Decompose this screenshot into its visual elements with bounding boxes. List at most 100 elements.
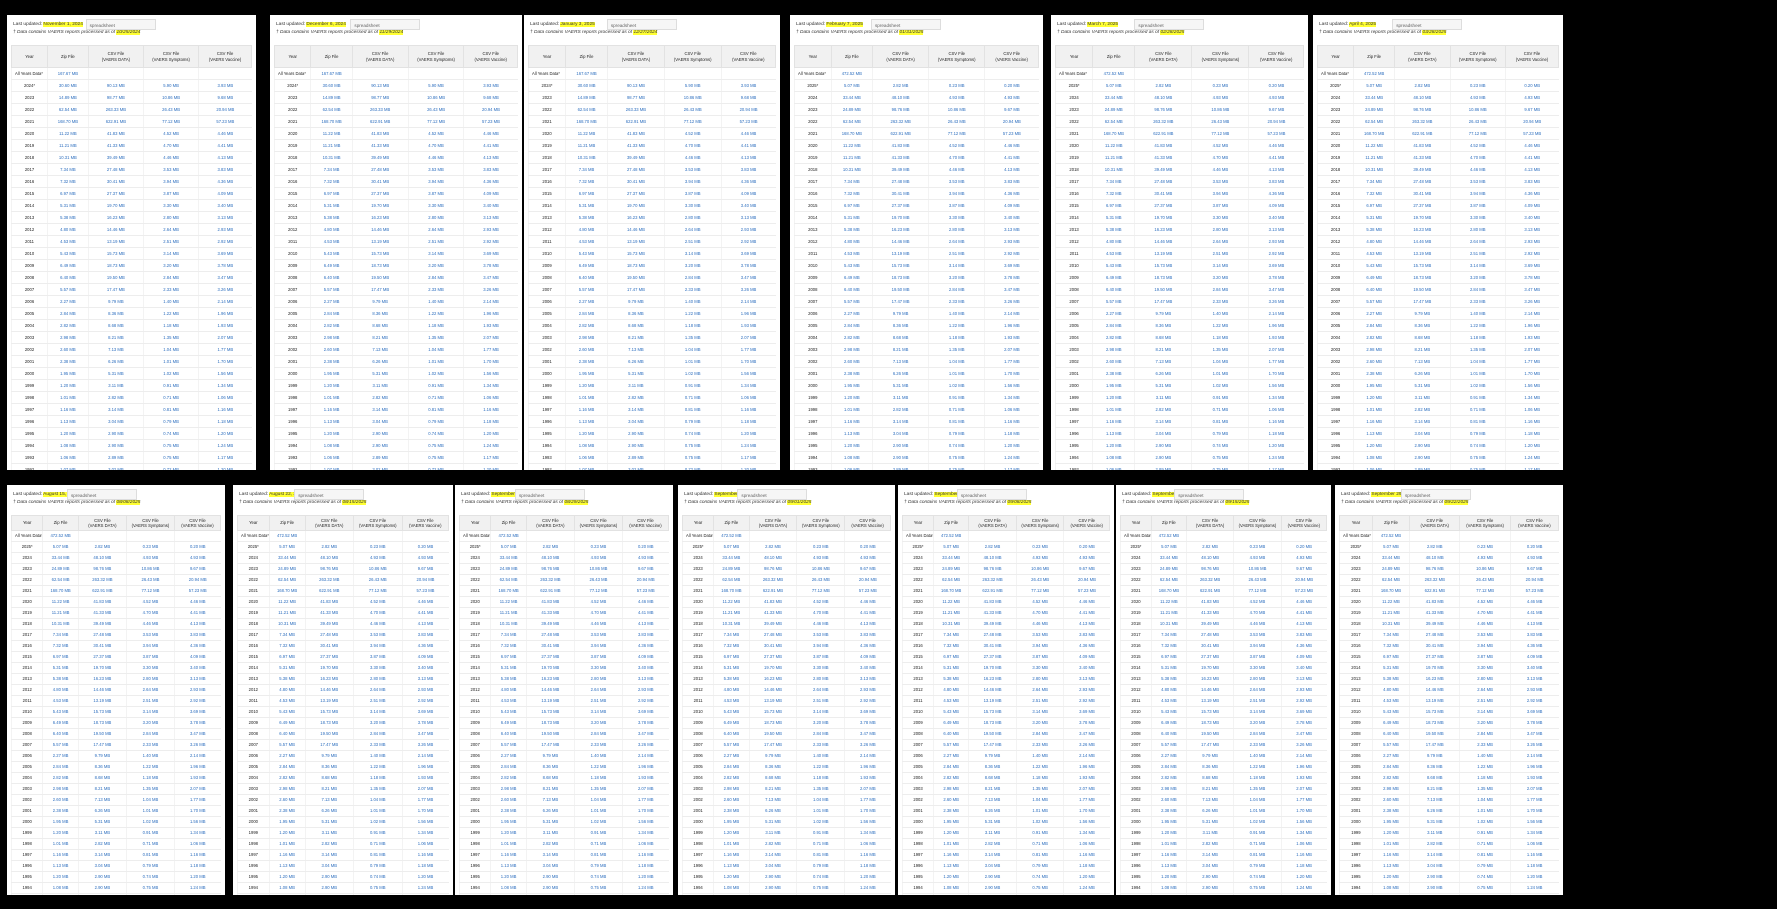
csv-symptoms-link[interactable]: 1.01 MB [407, 355, 464, 368]
csv-symptoms-link[interactable]: 1.40 MB [142, 295, 199, 308]
csv-vaccine-link[interactable]: 3.47 MB [844, 728, 891, 740]
zip-file-link[interactable]: 7.34 MB [310, 163, 353, 176]
csv-symptoms-link[interactable]: 3.14 MB [125, 706, 175, 718]
zip-file-link[interactable]: 2.84 MB [1092, 319, 1135, 332]
csv-data-link[interactable]: 8.36 MB [304, 761, 354, 773]
csv-data-link[interactable]: 17.47 MB [77, 739, 127, 751]
zip-file-link[interactable]: 11.22 MB [42, 596, 79, 608]
csv-vaccine-link[interactable]: 0.20 MB [401, 541, 449, 553]
csv-vaccine-link[interactable]: 1.34 MB [1248, 391, 1304, 404]
csv-data-link[interactable]: 39.49 MB [1394, 163, 1451, 176]
csv-symptoms-link[interactable]: 2.64 MB [1449, 235, 1506, 248]
csv-data-link[interactable]: 3.14 MB [1394, 415, 1451, 428]
csv-data-link[interactable]: 98.77 MB [87, 91, 144, 104]
csv-data-link[interactable]: 263.32 MB [525, 574, 575, 586]
csv-symptoms-link[interactable]: 4.52 MB [407, 127, 464, 140]
zip-file-link[interactable]: 472.52 MB [42, 530, 79, 542]
csv-symptoms-link[interactable]: 0.75 MB [796, 893, 845, 895]
csv-vaccine-link[interactable]: 4.41 MB [1063, 607, 1110, 619]
csv-symptoms-link[interactable]: 0.79 MB [1459, 860, 1511, 872]
csv-data-link[interactable]: 2.90 MB [1409, 871, 1460, 883]
csv-data-link[interactable]: 3.11 MB [748, 827, 797, 839]
spreadsheet-link[interactable]: spreadsheet [1392, 19, 1463, 30]
csv-symptoms-link[interactable]: 4.93 MB [1449, 91, 1506, 104]
zip-file-link[interactable]: 2.98 MB [310, 331, 353, 344]
csv-data-link[interactable]: 27.48 MB [87, 163, 144, 176]
csv-vaccine-link[interactable]: 4.36 MB [1509, 640, 1559, 652]
zip-file-link[interactable]: 6.49 MB [713, 717, 750, 729]
csv-vaccine-link[interactable]: 1.20 MB [984, 439, 1039, 452]
zip-file-link[interactable]: 4.80 MB [42, 684, 79, 696]
spreadsheet-link[interactable]: spreadsheet [1134, 19, 1205, 30]
zip-file-link[interactable]: 24.89 MB [1353, 103, 1395, 116]
csv-data-link[interactable]: 98.76 MB [1134, 103, 1192, 116]
csv-symptoms-link[interactable]: 4.70 MB [1449, 151, 1506, 164]
csv-data-link[interactable]: 622.91 MB [1409, 585, 1460, 597]
csv-symptoms-link[interactable]: 1.04 MB [663, 343, 722, 356]
csv-data-link[interactable]: 8.68 MB [872, 331, 929, 344]
zip-file-link[interactable]: 6.40 MB [713, 728, 750, 740]
csv-data-link[interactable]: 13.19 MB [1185, 695, 1234, 707]
csv-symptoms-link[interactable]: 26.43 MB [142, 103, 199, 116]
zip-file-link[interactable]: 1.06 MB [830, 463, 873, 470]
zip-file-link[interactable]: 1.20 MB [830, 391, 873, 404]
zip-file-link[interactable]: 14.89 MB [310, 91, 353, 104]
csv-data-link[interactable]: 14.46 MB [1185, 684, 1234, 696]
zip-file-link[interactable]: 62.54 MB [268, 574, 305, 586]
csv-symptoms-link[interactable]: 3.53 MB [353, 629, 403, 641]
csv-vaccine-link[interactable]: 4.13 MB [173, 618, 221, 630]
csv-data-link[interactable]: 8.21 MB [77, 783, 127, 795]
zip-file-link[interactable]: 62.54 MB [830, 115, 873, 128]
csv-symptoms-link[interactable]: 2.51 MB [1191, 247, 1249, 260]
csv-symptoms-link[interactable]: 1.22 MB [1449, 319, 1506, 332]
zip-file-link[interactable]: 33.44 MB [268, 552, 305, 564]
csv-data-link[interactable]: 15.73 MB [968, 706, 1017, 718]
zip-file-link[interactable]: 168.70 MB [565, 115, 608, 128]
csv-data-link[interactable]: 5.31 MB [525, 816, 575, 828]
csv-vaccine-link[interactable]: 57.23 MB [1509, 585, 1559, 597]
csv-vaccine-link[interactable]: 2.92 MB [1280, 695, 1327, 707]
csv-symptoms-link[interactable]: 0.23 MB [353, 541, 403, 553]
csv-vaccine-link[interactable]: 1.70 MB [984, 367, 1039, 380]
zip-file-link[interactable]: 24.89 MB [490, 563, 527, 575]
csv-data-link[interactable]: 2.82 MB [1134, 403, 1192, 416]
csv-symptoms-link[interactable]: 0.81 MB [1015, 849, 1064, 861]
zip-file-link[interactable]: 1.07 MB [310, 463, 353, 470]
zip-file-link[interactable]: 6.97 MB [933, 651, 969, 663]
csv-symptoms-link[interactable]: 0.91 MB [1015, 827, 1064, 839]
zip-file-link[interactable]: 1.01 MB [42, 838, 79, 850]
csv-data-link[interactable]: 3.14 MB [304, 849, 354, 861]
zip-file-link[interactable]: 6.97 MB [268, 651, 305, 663]
zip-file-link[interactable]: 2.27 MB [47, 295, 89, 308]
csv-vaccine-link[interactable]: 20.94 MB [844, 574, 891, 586]
csv-symptoms-link[interactable]: 0.79 MB [928, 427, 985, 440]
csv-symptoms-link[interactable]: 1.18 MB [1191, 331, 1249, 344]
csv-vaccine-link[interactable]: 1.96 MB [720, 307, 776, 320]
zip-file-link[interactable]: 1.01 MB [830, 403, 873, 416]
csv-vaccine-link[interactable]: 3.26 MB [1509, 739, 1559, 751]
csv-symptoms-link[interactable]: 5.90 MB [142, 79, 199, 92]
zip-file-link[interactable]: 2.60 MB [1150, 794, 1187, 806]
csv-symptoms-link[interactable]: 4.93 MB [796, 552, 845, 564]
csv-symptoms-link[interactable]: 1.02 MB [142, 367, 199, 380]
csv-data-link[interactable]: 3.04 MB [351, 415, 409, 428]
zip-file-link[interactable]: 1.08 MB [713, 882, 750, 894]
csv-vaccine-link[interactable]: 3.13 MB [1248, 223, 1304, 236]
csv-symptoms-link[interactable]: 0.71 MB [1449, 403, 1506, 416]
zip-file-link[interactable]: 2.60 MB [830, 355, 873, 368]
csv-symptoms-link[interactable]: 1.40 MB [1233, 750, 1282, 762]
csv-symptoms-link[interactable]: 1.35 MB [1191, 343, 1249, 356]
csv-vaccine-link[interactable]: 1.24 MB [401, 882, 449, 894]
csv-symptoms-link[interactable]: 1.40 MB [1449, 307, 1506, 320]
csv-vaccine-link[interactable]: 1.20 MB [401, 871, 449, 883]
zip-file-link[interactable]: 24.89 MB [42, 563, 79, 575]
zip-file-link[interactable]: 1.20 MB [565, 427, 608, 440]
csv-data-link[interactable]: 41.83 MB [607, 127, 665, 140]
zip-file-link[interactable]: 5.07 MB [268, 541, 305, 553]
csv-vaccine-link[interactable]: 2.07 MB [1063, 783, 1110, 795]
csv-data-link[interactable]: 9.79 MB [1185, 750, 1234, 762]
csv-symptoms-link[interactable]: 0.91 MB [1459, 827, 1511, 839]
csv-symptoms-link[interactable]: 3.14 MB [1233, 706, 1282, 718]
csv-vaccine-link[interactable]: 20.94 MB [173, 574, 221, 586]
csv-symptoms-link[interactable]: 0.75 MB [1191, 451, 1249, 464]
